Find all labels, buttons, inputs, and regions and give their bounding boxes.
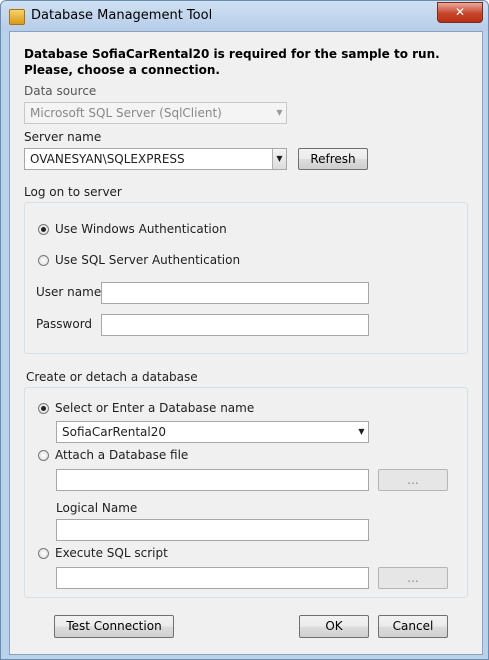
attach-db-radio[interactable] [38,450,49,461]
logical-name-field[interactable] [56,519,369,541]
sql-script-field[interactable] [56,567,369,589]
server-name-value: OVANESYAN\SQLEXPRESS [30,152,185,166]
database-name-value: SofiaCarRental20 [62,425,166,439]
ok-button[interactable]: OK [299,615,369,638]
chevron-down-icon: ▼ [276,108,283,117]
data-source-combo: Microsoft SQL Server (SqlClient) ▼ [24,102,287,124]
refresh-button[interactable]: Refresh [298,148,368,170]
cancel-button[interactable]: Cancel [378,615,448,638]
window-title: Database Management Tool [31,8,213,23]
database-section-label: Create or detach a database [26,370,198,384]
password-field[interactable] [101,314,369,336]
sql-auth-label[interactable]: Use SQL Server Authentication [55,253,240,267]
logon-group: Use Windows Authentication Use SQL Serve… [24,202,468,354]
server-name-label: Server name [24,130,102,144]
chevron-down-icon[interactable]: ▼ [355,422,368,442]
database-name-combo[interactable]: SofiaCarRental20 ▼ [56,421,369,443]
test-connection-button[interactable]: Test Connection [54,615,174,638]
password-label: Password [36,317,93,331]
sql-auth-radio[interactable] [38,255,49,266]
select-db-label[interactable]: Select or Enter a Database name [55,401,254,415]
script-browse-button[interactable]: ... [378,567,448,589]
sql-script-label[interactable]: Execute SQL script [55,546,168,560]
dialog-window: Database Management Tool ✕ Database Sofi… [0,0,489,660]
app-icon [9,9,25,25]
data-source-label: Data source [24,84,97,98]
user-name-field[interactable] [101,282,369,304]
attach-browse-button[interactable]: ... [378,469,448,491]
logical-name-label: Logical Name [56,501,138,515]
chevron-down-icon[interactable]: ▼ [272,149,286,169]
server-name-combo[interactable]: OVANESYAN\SQLEXPRESS ▼ [24,148,287,170]
logon-section-label: Log on to server [24,185,122,199]
sql-script-radio[interactable] [38,548,49,559]
title-bar[interactable]: Database Management Tool ✕ [1,1,488,31]
windows-auth-radio[interactable] [38,224,49,235]
attach-db-label[interactable]: Attach a Database file [55,448,188,462]
windows-auth-label[interactable]: Use Windows Authentication [55,222,227,236]
attach-file-field[interactable] [56,469,369,491]
close-button[interactable]: ✕ [437,2,483,23]
connection-heading: Database SofiaCarRental20 is required fo… [24,47,440,77]
data-source-value: Microsoft SQL Server (SqlClient) [30,106,222,120]
database-group: Select or Enter a Database name SofiaCar… [24,387,468,598]
select-db-radio[interactable] [38,403,49,414]
user-name-label: User name [36,285,102,299]
dialog-body: Database SofiaCarRental20 is required fo… [9,31,483,655]
